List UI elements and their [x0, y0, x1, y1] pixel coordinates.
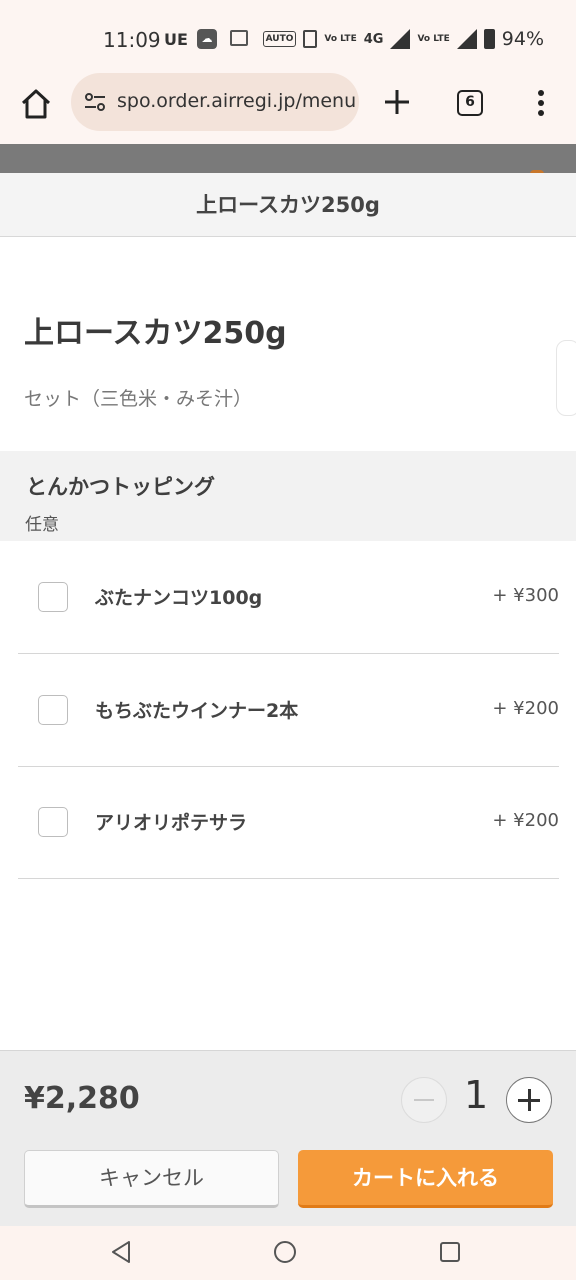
url-text: spo.order.airregi.jp/menu: [117, 90, 357, 112]
cloud-app-icon: ☁: [197, 29, 217, 49]
volte-icon: Vo LTE: [324, 34, 357, 44]
modal-footer: ¥2,280 1 キャンセル カートに入れる: [0, 1050, 576, 1226]
option-row[interactable]: アリオリポテサラ + ¥200: [18, 766, 559, 879]
option-group-requirement: 任意: [25, 515, 59, 535]
quantity-decrease-button[interactable]: [401, 1077, 447, 1123]
option-checkbox[interactable]: [38, 695, 68, 725]
gallery-icon: [230, 30, 248, 46]
battery-percent: 94%: [501, 28, 544, 50]
status-icons: AUTO Vo LTE 4G Vo LTE 94%: [262, 28, 544, 50]
option-name: アリオリポテサラ: [95, 812, 248, 834]
network-type-icon: 4G: [363, 31, 384, 47]
tab-switcher-button[interactable]: 6: [457, 90, 483, 116]
auto-hz-icon: AUTO: [262, 31, 297, 47]
address-bar[interactable]: spo.order.airregi.jp/menu: [71, 73, 359, 131]
option-name: もちぶたウインナー2本: [95, 700, 299, 722]
scroll-handle: [556, 340, 576, 416]
home-nav-icon[interactable]: [274, 1241, 296, 1263]
option-row[interactable]: もちぶたウインナー2本 + ¥200: [18, 654, 559, 767]
browser-toolbar: spo.order.airregi.jp/menu 6: [0, 73, 576, 144]
recent-apps-icon[interactable]: [440, 1242, 460, 1262]
option-checkbox[interactable]: [38, 582, 68, 612]
option-price: + ¥200: [492, 698, 559, 719]
carrier-icon: UE: [164, 30, 188, 49]
total-price: ¥2,280: [24, 1081, 140, 1116]
quantity-increase-button[interactable]: [506, 1077, 552, 1123]
signal2-icon: [456, 29, 477, 49]
vibrate-icon: [303, 30, 318, 48]
volte2-icon: Vo LTE: [417, 34, 450, 44]
option-name: ぶたナンコツ100g: [95, 587, 263, 609]
option-row[interactable]: ぶたナンコツ100g + ¥300: [18, 541, 559, 654]
cancel-button[interactable]: キャンセル: [24, 1150, 279, 1208]
home-icon[interactable]: [18, 86, 54, 122]
option-price: + ¥300: [492, 585, 559, 606]
option-group-title: とんかつトッピング: [26, 475, 215, 499]
quantity-value: 1: [464, 1073, 489, 1117]
option-price: + ¥200: [492, 810, 559, 831]
signal-icon: [390, 29, 411, 49]
back-icon[interactable]: [110, 1240, 132, 1264]
item-title: 上ロースカツ250g: [24, 316, 287, 351]
more-menu-icon[interactable]: [530, 88, 552, 118]
option-group-header: とんかつトッピング 任意: [0, 451, 576, 541]
status-time: 11:09: [103, 28, 161, 52]
modal-header: 上ロースカツ250g: [0, 173, 576, 237]
option-checkbox[interactable]: [38, 807, 68, 837]
add-to-cart-button[interactable]: カートに入れる: [298, 1150, 553, 1208]
item-description: セット（三色米・みそ汁）: [24, 388, 253, 410]
new-tab-icon[interactable]: [383, 88, 411, 116]
modal-backdrop: [0, 144, 576, 174]
battery-icon: [483, 29, 495, 49]
site-settings-icon[interactable]: [83, 90, 107, 114]
system-nav-bar: [0, 1226, 576, 1280]
status-bar: 11:09 UE ☁ AUTO Vo LTE 4G Vo LTE 94%: [0, 0, 576, 78]
